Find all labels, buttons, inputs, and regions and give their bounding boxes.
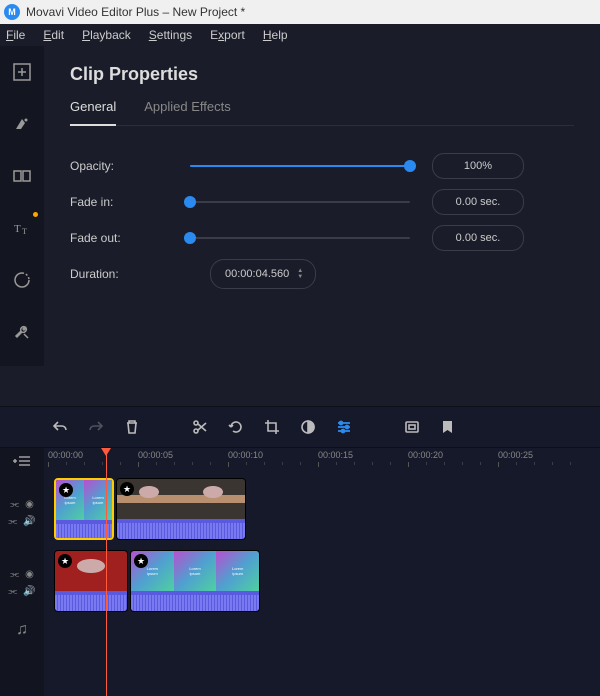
color-adjust-icon[interactable]: [292, 411, 324, 443]
eye-icon[interactable]: ◉: [25, 499, 34, 510]
add-track-icon[interactable]: [8, 450, 36, 472]
panel-title: Clip Properties: [70, 64, 574, 85]
fadein-value: 0.00 sec.: [432, 189, 524, 215]
clip-properties-icon[interactable]: [328, 411, 360, 443]
rotate-icon[interactable]: [220, 411, 252, 443]
marker-icon[interactable]: [432, 411, 464, 443]
clip[interactable]: ★LoremipsumLoremipsumLoremipsum: [130, 550, 260, 612]
clip[interactable]: ★: [54, 550, 128, 612]
menu-edit[interactable]: Edit: [43, 28, 64, 42]
timeline: ⫘ ◉ ⫘ 🔊 ⫘ ◉ ⫘ 🔊 ♫ 00:00:0000:00:0500:00:1000…: [0, 448, 600, 696]
menu-bar: File Edit Playback Settings Export Help: [0, 24, 600, 46]
left-sidebar: TT: [0, 46, 44, 366]
title-bar: M Movavi Video Editor Plus – New Project…: [0, 0, 600, 24]
duration-value: 00:00:04.560: [225, 268, 289, 280]
window-title: Movavi Video Editor Plus – New Project *: [26, 5, 245, 19]
menu-help[interactable]: Help: [263, 28, 288, 42]
star-icon: ★: [58, 554, 72, 568]
menu-file[interactable]: File: [6, 28, 25, 42]
panel-tabs: General Applied Effects: [70, 99, 574, 126]
svg-text:T: T: [14, 223, 21, 235]
filters-icon[interactable]: [8, 110, 36, 138]
clip[interactable]: ★: [116, 478, 246, 540]
undo-icon[interactable]: [44, 411, 76, 443]
clip-properties-panel: Clip Properties General Applied Effects …: [44, 46, 600, 366]
music-icon[interactable]: ♫: [16, 621, 28, 639]
fadeout-label: Fade out:: [70, 231, 190, 245]
menu-export[interactable]: Export: [210, 28, 245, 42]
tab-applied-effects[interactable]: Applied Effects: [144, 99, 230, 125]
speaker-icon[interactable]: 🔊: [23, 516, 35, 527]
audio-track[interactable]: [44, 618, 600, 642]
speaker-icon[interactable]: 🔊: [23, 586, 35, 597]
transitions-icon[interactable]: [8, 162, 36, 190]
time-ruler[interactable]: 00:00:0000:00:0500:00:1000:00:1500:00:20…: [44, 448, 600, 474]
svg-text:T: T: [22, 227, 27, 236]
link-icon[interactable]: ⫘: [8, 516, 17, 527]
duration-spinner[interactable]: ▲▼: [297, 260, 307, 288]
fadeout-value: 0.00 sec.: [432, 225, 524, 251]
fadein-slider[interactable]: [190, 194, 410, 210]
fadein-label: Fade in:: [70, 195, 190, 209]
link-icon[interactable]: ⫘: [8, 586, 17, 597]
track-headers: ⫘ ◉ ⫘ 🔊 ⫘ ◉ ⫘ 🔊 ♫: [0, 448, 44, 696]
playhead[interactable]: [106, 448, 107, 696]
record-voiceover-icon[interactable]: [396, 411, 428, 443]
link-icon[interactable]: ⫘: [10, 499, 19, 510]
fadeout-slider[interactable]: [190, 230, 410, 246]
titles-icon[interactable]: TT: [8, 214, 36, 242]
stickers-icon[interactable]: [8, 266, 36, 294]
star-icon: ★: [59, 483, 73, 497]
crop-icon[interactable]: [256, 411, 288, 443]
import-icon[interactable]: [8, 58, 36, 86]
star-icon: ★: [134, 554, 148, 568]
tracks-area[interactable]: 00:00:0000:00:0500:00:1000:00:1500:00:20…: [44, 448, 600, 696]
row-opacity: Opacity: 100%: [70, 148, 574, 184]
clip[interactable]: ★LoremipsumLoremipsum: [54, 478, 114, 540]
eye-icon[interactable]: ◉: [25, 569, 34, 580]
redo-icon[interactable]: [80, 411, 112, 443]
row-fadein: Fade in: 0.00 sec.: [70, 184, 574, 220]
row-duration: Duration: 00:00:04.560 ▲▼: [70, 256, 574, 292]
tab-general[interactable]: General: [70, 99, 116, 126]
duration-field[interactable]: 00:00:04.560 ▲▼: [210, 259, 316, 289]
timeline-toolbar: [0, 406, 600, 448]
video-track-1[interactable]: ★LoremipsumLoremipsum★: [44, 474, 600, 544]
more-tools-icon[interactable]: [8, 318, 36, 346]
delete-icon[interactable]: [116, 411, 148, 443]
split-icon[interactable]: [184, 411, 216, 443]
opacity-slider[interactable]: [190, 158, 410, 174]
video-track-2[interactable]: ★★LoremipsumLoremipsumLoremipsum: [44, 546, 600, 616]
track-head-audio: ♫: [16, 618, 28, 642]
track-head-2: ⫘ ◉ ⫘ 🔊: [8, 548, 35, 618]
row-fadeout: Fade out: 0.00 sec.: [70, 220, 574, 256]
star-icon: ★: [120, 482, 134, 496]
menu-playback[interactable]: Playback: [82, 28, 131, 42]
menu-settings[interactable]: Settings: [149, 28, 192, 42]
link-icon[interactable]: ⫘: [10, 569, 19, 580]
duration-label: Duration:: [70, 267, 190, 281]
app-logo-icon: M: [4, 4, 20, 20]
track-head-1: ⫘ ◉ ⫘ 🔊: [8, 478, 35, 548]
opacity-label: Opacity:: [70, 159, 190, 173]
opacity-value: 100%: [432, 153, 524, 179]
